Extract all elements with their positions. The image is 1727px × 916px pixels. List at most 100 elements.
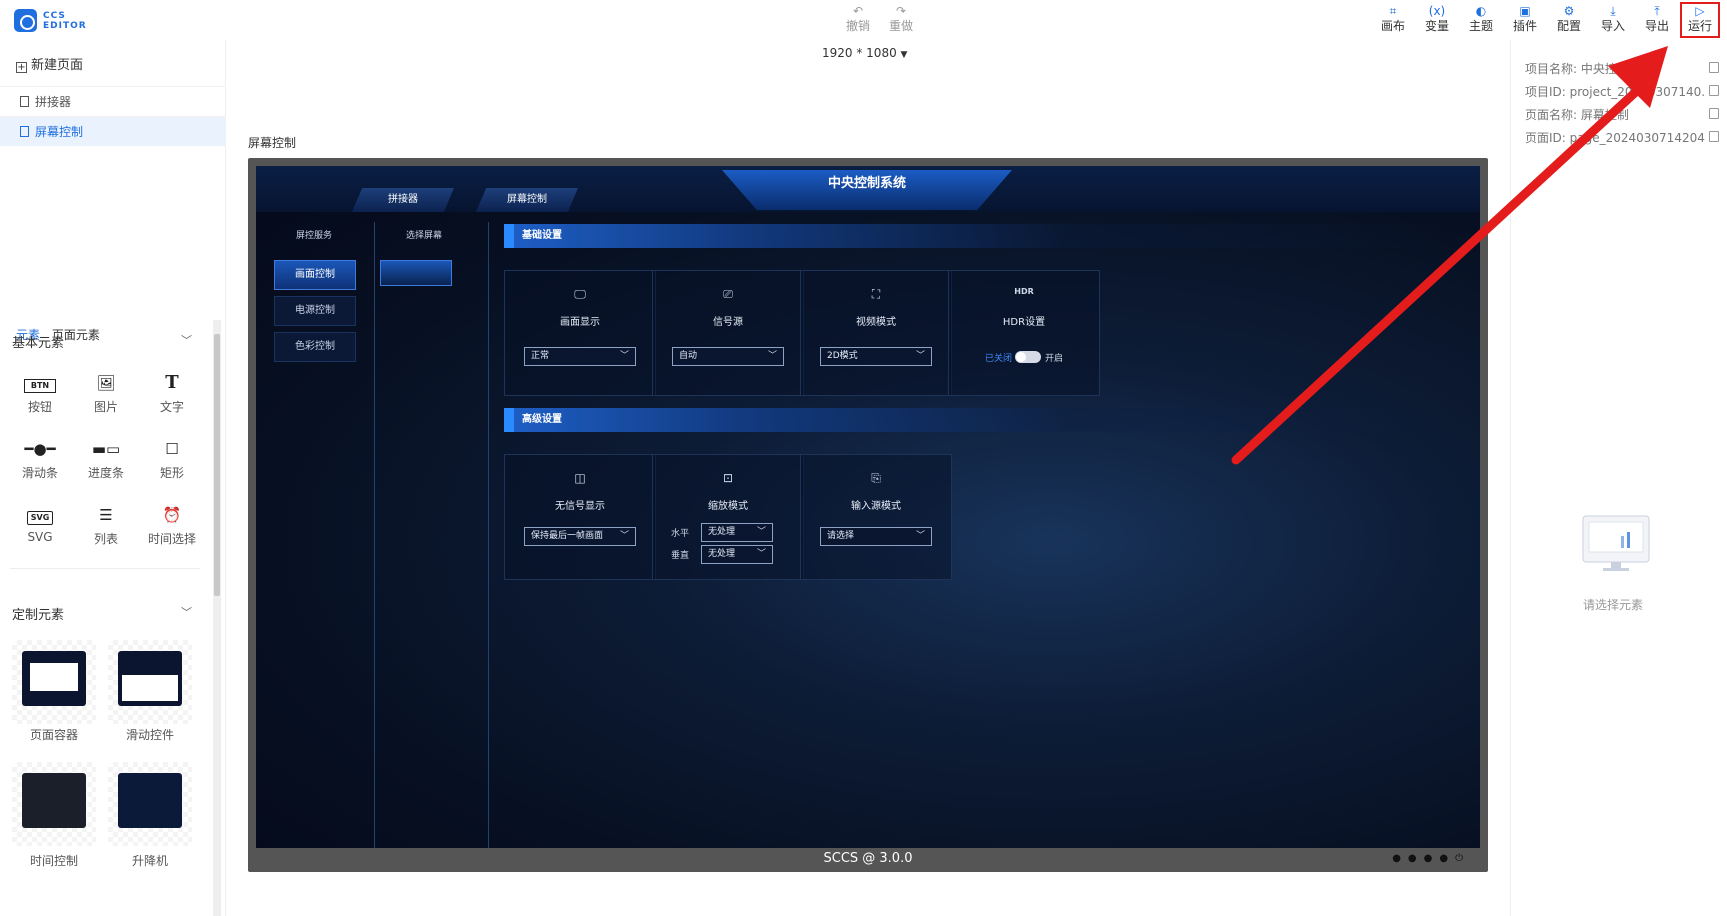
side-button-power-control[interactable]: 电源控制	[274, 296, 356, 326]
copy-icon[interactable]	[1709, 131, 1719, 142]
undo-label: 撤销	[845, 19, 870, 33]
zoom-icon: ⊡	[722, 471, 734, 485]
section-basic-settings: 基础设置	[504, 224, 1444, 248]
element-label: 滑动条	[21, 466, 58, 480]
no-signal-select[interactable]: 保持最后一帧画面 ﹀	[524, 527, 636, 546]
card-title: 视频模式	[856, 317, 896, 328]
new-page-button[interactable]: + 新建页面	[16, 54, 83, 73]
canvas-button[interactable]: ⌗ 画布	[1375, 4, 1411, 36]
variable-icon: (x)	[1428, 4, 1446, 18]
input-source-select[interactable]: 请选择 ﹀	[820, 527, 932, 546]
card-signal-source: ⎚ 信号源 自动 ﹀	[652, 270, 804, 396]
alarm-clock-icon: ⏰	[162, 506, 182, 524]
signal-source-select[interactable]: 自动 ﹀	[672, 347, 784, 366]
hdr-icon: HDR	[1014, 287, 1034, 296]
screen-tab-screen-control[interactable]: 屏幕控制	[476, 188, 578, 212]
config-button[interactable]: ⚙ 配置	[1551, 4, 1587, 36]
elevator-thumbnail	[118, 773, 182, 828]
new-page-label: 新建页面	[31, 58, 84, 73]
config-label: 配置	[1556, 19, 1581, 33]
import-button[interactable]: ⤓ 导入	[1595, 4, 1631, 36]
video-mode-select[interactable]: 2D模式 ﹀	[820, 347, 932, 366]
plugins-button[interactable]: ▣ 插件	[1507, 4, 1543, 36]
horizontal-select[interactable]: 无处理 ﹀	[701, 523, 773, 542]
page-item-screen-control[interactable]: 屏幕控制	[0, 116, 226, 146]
canvas-page-label: 屏幕控制	[248, 136, 297, 150]
custom-time-control[interactable]	[12, 762, 96, 846]
page-container-thumbnail	[22, 651, 86, 706]
element-image[interactable]: 🖼 图片	[76, 370, 136, 415]
project-name: 项目名称: 中央控制系统	[1525, 62, 1653, 76]
custom-item-label: 滑动控件	[125, 728, 174, 742]
chevron-down-icon: ﹀	[767, 351, 777, 361]
side-button-color-control[interactable]: 色彩控制	[274, 332, 356, 362]
card-title: 缩放模式	[708, 501, 748, 512]
caret-down-icon: ▼	[900, 50, 908, 60]
vertical-select[interactable]: 无处理 ﹀	[701, 545, 773, 564]
custom-slide-control[interactable]	[108, 640, 192, 724]
logo-text-line2: EDITOR	[43, 21, 87, 31]
element-list[interactable]: ☰ 列表	[76, 502, 136, 547]
picture-display-select[interactable]: 正常 ﹀	[524, 347, 636, 366]
vertical-label: 垂直	[671, 551, 690, 561]
button-element-icon: BTN	[10, 370, 70, 396]
slider-icon: ━●━	[24, 440, 56, 458]
element-label: 时间选择	[147, 532, 196, 546]
export-button[interactable]: ⤒ 导出	[1639, 4, 1675, 36]
select-value: 自动	[679, 351, 698, 361]
custom-elements-header[interactable]: 定制元素 ﹀	[12, 604, 192, 623]
page-item-splicer[interactable]: 拼接器	[0, 86, 226, 116]
copy-icon[interactable]	[1709, 108, 1719, 119]
left-scrollbar[interactable]	[213, 320, 221, 916]
divider	[374, 222, 375, 848]
card-title: HDR设置	[1002, 317, 1046, 328]
time-control-thumbnail	[22, 773, 86, 828]
btn-icon-text: BTN	[23, 379, 57, 393]
element-slider[interactable]: ━●━ 滑动条	[10, 436, 70, 481]
slide-control-thumbnail	[118, 651, 182, 706]
element-time-picker[interactable]: ⏰ 时间选择	[142, 502, 202, 547]
rectangle-icon: ☐	[165, 440, 179, 458]
crop-icon: ⌗	[1389, 4, 1397, 18]
resolution-select[interactable]: 1920 * 1080 ▼	[822, 46, 907, 60]
copy-icon[interactable]	[1709, 62, 1719, 73]
chevron-down-icon: ﹀	[619, 351, 629, 361]
redo-button[interactable]: ↷ 重做	[883, 4, 919, 36]
hdr-toggle[interactable]	[1015, 351, 1041, 363]
run-button[interactable]: ▷ 运行	[1680, 2, 1720, 38]
select-value: 正常	[531, 351, 550, 361]
custom-elevator[interactable]	[108, 762, 192, 846]
list-icon: ☰	[99, 506, 113, 524]
theme-button[interactable]: ◐ 主题	[1463, 4, 1499, 36]
element-label: 矩形	[159, 466, 184, 480]
design-screen[interactable]: 中央控制系统 拼接器 屏幕控制 屏控服务 选择屏幕 画面控制 电源控制 色彩控制…	[256, 166, 1480, 848]
screen-selector-item[interactable]	[380, 260, 452, 286]
undo-button[interactable]: ↶ 撤销	[840, 4, 876, 36]
element-svg[interactable]: SVG SVG	[10, 502, 70, 544]
element-label: 列表	[93, 532, 118, 546]
element-text[interactable]: T 文字	[142, 370, 202, 415]
empty-state-text: 请选择元素	[1583, 598, 1644, 612]
video-mode-icon: ⛶	[871, 287, 881, 301]
screen-service-label: 屏控服务	[296, 231, 333, 241]
upload-icon: ⤒	[1654, 4, 1660, 18]
svg-icon: SVG	[10, 502, 70, 528]
side-button-picture-control[interactable]: 画面控制	[274, 260, 356, 290]
card-picture-display: 🖵 画面显示 正常 ﹀	[504, 270, 656, 396]
horizontal-label: 水平	[671, 529, 690, 539]
element-progress[interactable]: ▬▭ 进度条	[76, 436, 136, 481]
element-rectangle[interactable]: ☐ 矩形	[142, 436, 202, 481]
empty-state-illustration	[1582, 515, 1650, 571]
variables-label: 变量	[1424, 19, 1449, 33]
element-button[interactable]: BTN 按钮	[10, 370, 70, 415]
custom-page-container[interactable]	[12, 640, 96, 724]
basic-elements-header[interactable]: 基本元素 ﹀	[12, 332, 192, 351]
copy-icon[interactable]	[1709, 85, 1719, 96]
settings-icon: ⚙	[1563, 4, 1575, 18]
variables-button[interactable]: (x) 变量	[1419, 4, 1455, 36]
card-no-signal: ◫ 无信号显示 保持最后一帧画面 ﹀	[504, 454, 656, 580]
canvas-footer-controls[interactable]: ●●●●⏻	[1392, 848, 1470, 870]
screen-tab-splicer[interactable]: 拼接器	[352, 188, 454, 212]
page-item-label: 拼接器	[35, 95, 72, 109]
resolution-value: 1920 * 1080	[822, 46, 897, 60]
